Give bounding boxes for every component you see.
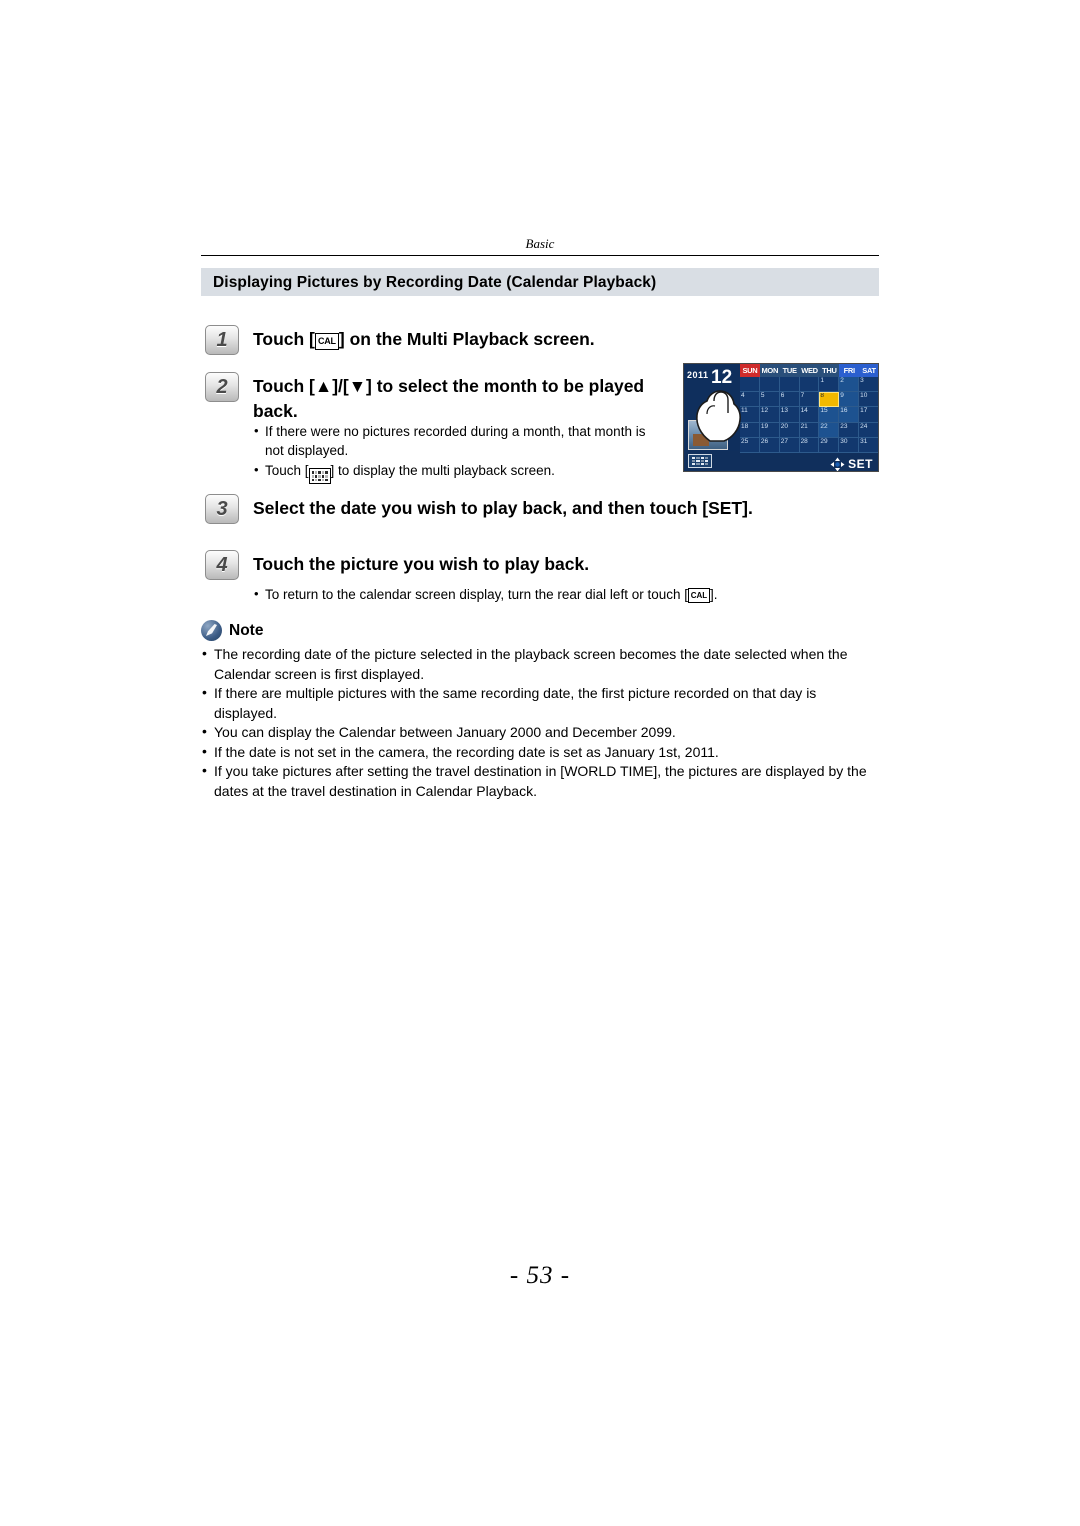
calendar-day[interactable]: 13 xyxy=(779,407,800,423)
calendar-day[interactable]: 28 xyxy=(799,437,820,453)
screen-bottom-left-bar xyxy=(684,451,740,471)
calendar-day[interactable]: 6 xyxy=(779,392,800,408)
calendar-day[interactable]: 10 xyxy=(859,392,878,408)
camera-screen-illustration: 2011 12 SUN MON TUE WED THU FRI SAT 1 2 … xyxy=(683,363,879,472)
step-1-text-after: ] on the Multi Playback screen. xyxy=(338,329,595,349)
calendar-day[interactable]: 16 xyxy=(839,407,860,423)
calendar-day-grid: 1 2 3 4 5 6 7 8 9 10 11 12 13 14 15 16 1… xyxy=(740,377,878,453)
page-number: - 53 - xyxy=(509,1262,571,1289)
calendar-day[interactable]: 17 xyxy=(859,407,878,423)
step-2-bullet-1: If there were no pictures recorded durin… xyxy=(253,421,653,460)
weekday-fri: FRI xyxy=(839,364,860,377)
note-item: If the date is not set in the camera, th… xyxy=(201,742,881,763)
note-item: The recording date of the picture select… xyxy=(201,644,881,684)
calendar-day[interactable]: 29 xyxy=(819,437,840,453)
calendar-day[interactable]: 9 xyxy=(839,392,860,408)
calendar-day[interactable] xyxy=(759,377,780,393)
step-4-bullet-before: To return to the calendar screen display… xyxy=(265,587,688,602)
step-2-bullet-2: Touch [ ] to display the multi playback s… xyxy=(253,460,653,485)
calendar-day[interactable]: 24 xyxy=(859,423,878,438)
header-divider xyxy=(201,255,879,256)
weekday-wed: WED xyxy=(799,364,820,377)
calendar-day[interactable] xyxy=(779,377,800,393)
calendar-day[interactable]: 27 xyxy=(779,437,800,453)
note-item: If there are multiple pictures with the … xyxy=(201,683,881,723)
calendar-day[interactable] xyxy=(799,377,820,393)
calendar-day-selected[interactable]: 8 xyxy=(819,392,840,408)
calendar-day[interactable]: 26 xyxy=(759,437,780,453)
dpad-icon xyxy=(830,457,845,471)
set-label: SET xyxy=(848,457,873,471)
note-pencil-icon xyxy=(201,620,222,641)
step-2-bullets: If there were no pictures recorded durin… xyxy=(253,421,653,485)
calendar-day[interactable]: 19 xyxy=(759,422,780,438)
multi-playback-icon xyxy=(308,468,331,485)
step-2-text: Touch [▲]/[▼] to select the month to be … xyxy=(253,376,645,421)
step-4-number: 4 xyxy=(205,550,239,580)
step-2-bullet-2-after: ] to display the multi playback screen. xyxy=(330,463,555,478)
note-list: The recording date of the picture select… xyxy=(201,644,881,801)
set-control[interactable]: SET xyxy=(830,457,873,471)
calendar-day[interactable]: 23 xyxy=(839,422,860,438)
step-1-text-before: Touch [ xyxy=(253,329,315,349)
calendar-day[interactable]: 12 xyxy=(759,407,780,423)
screen-calendar: SUN MON TUE WED THU FRI SAT 1 2 3 4 5 6 … xyxy=(740,364,878,471)
weekday-mon: MON xyxy=(759,364,780,377)
step-2-number: 2 xyxy=(205,372,239,402)
weekday-tue: TUE xyxy=(779,364,800,377)
calendar-day[interactable]: 22 xyxy=(819,422,840,438)
step-3-number: 3 xyxy=(205,494,239,524)
calendar-day[interactable]: 5 xyxy=(759,392,780,408)
step-4-text: Touch the picture you wish to play back. xyxy=(253,554,590,574)
note-item: You can display the Calendar between Jan… xyxy=(201,722,881,743)
note-header: Note xyxy=(201,620,263,641)
calendar-day[interactable]: 21 xyxy=(799,422,820,438)
step-2-bullet-2-before: Touch [ xyxy=(265,463,309,478)
step-4-bullets: To return to the calendar screen display… xyxy=(253,584,873,605)
multi-playback-screen-icon[interactable] xyxy=(688,454,712,468)
cal-icon: CAL xyxy=(314,333,339,350)
calendar-day[interactable]: 30 xyxy=(839,437,860,453)
calendar-day[interactable]: 1 xyxy=(819,377,840,393)
calendar-day[interactable]: 15 xyxy=(819,407,840,423)
note-item: If you take pictures after setting the t… xyxy=(201,761,881,801)
step-1-text: Touch [CAL] on the Multi Playback screen… xyxy=(253,327,673,352)
section-heading-text: Displaying Pictures by Recording Date (C… xyxy=(213,274,657,291)
manual-page: Basic Displaying Pictures by Recording D… xyxy=(0,0,1080,1526)
step-4-bullet-after: ]. xyxy=(709,587,718,602)
screen-year: 2011 xyxy=(687,370,709,380)
calendar-day[interactable]: 20 xyxy=(779,422,800,438)
weekday-sun: SUN xyxy=(740,364,760,377)
weekday-thu: THU xyxy=(819,364,840,377)
weekday-sat: SAT xyxy=(859,364,878,377)
calendar-day[interactable]: 7 xyxy=(799,392,820,408)
cal-icon: CAL xyxy=(687,588,710,603)
calendar-day[interactable]: 3 xyxy=(859,377,878,393)
step-4-bullet-1: To return to the calendar screen display… xyxy=(253,584,873,604)
calendar-day[interactable]: 31 xyxy=(859,438,878,453)
step-3-text: Select the date you wish to play back, a… xyxy=(253,498,753,518)
screen-bottom-bar: SET xyxy=(740,453,878,471)
chapter-label: Basic xyxy=(525,236,555,251)
note-label: Note xyxy=(229,621,264,639)
step-1-number: 1 xyxy=(205,325,239,355)
calendar-weekday-header: SUN MON TUE WED THU FRI SAT xyxy=(740,364,878,377)
touch-hand-illustration xyxy=(690,386,748,442)
calendar-day[interactable]: 2 xyxy=(839,377,860,393)
calendar-day[interactable]: 14 xyxy=(799,407,820,423)
